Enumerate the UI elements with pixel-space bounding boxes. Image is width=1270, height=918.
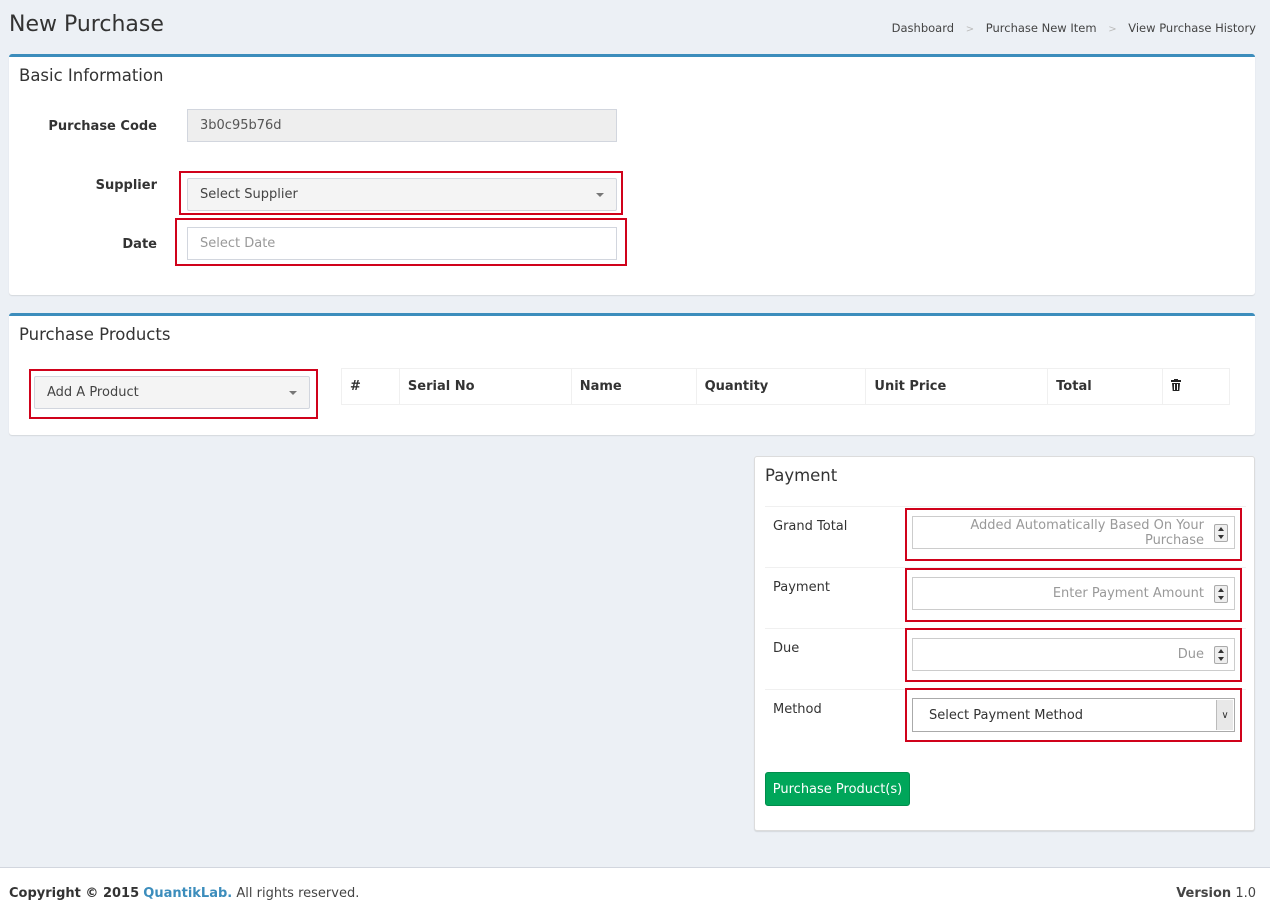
- version-value: 1.0: [1235, 886, 1256, 901]
- purchase-products-button[interactable]: Purchase Product(s): [765, 772, 910, 806]
- supplier-select-value: Select Supplier: [200, 187, 298, 202]
- page-header: New Purchase Dashboard > Purchase New It…: [9, 12, 1256, 42]
- due-input[interactable]: Due: [912, 638, 1235, 671]
- copyright-suffix: All rights reserved.: [236, 886, 360, 901]
- footer-copyright: Copyright © 2015 QuantikLab. All rights …: [9, 886, 359, 901]
- column-header-total: Total: [1047, 368, 1164, 405]
- supplier-label: Supplier: [95, 178, 157, 193]
- add-product-select[interactable]: Add A Product: [34, 376, 310, 409]
- basic-information-panel: Basic Information Purchase Code 3b0c95b7…: [9, 54, 1255, 295]
- brand-link[interactable]: QuantikLab.: [143, 886, 232, 901]
- table-header-row: # Serial No Name Quantity Unit Price Tot…: [341, 368, 1230, 405]
- products-table: # Serial No Name Quantity Unit Price Tot…: [341, 368, 1230, 405]
- supplier-select[interactable]: Select Supplier: [187, 178, 617, 211]
- breadcrumb-purchase-new-item[interactable]: Purchase New Item: [986, 21, 1097, 35]
- column-header-number: #: [341, 368, 400, 405]
- payment-title: Payment: [765, 466, 838, 485]
- column-header-name: Name: [570, 368, 697, 405]
- payment-amount-placeholder: Enter Payment Amount: [1052, 586, 1204, 601]
- payment-method-select[interactable]: Select Payment Method ∨: [912, 698, 1235, 732]
- breadcrumb-dashboard[interactable]: Dashboard: [892, 21, 954, 35]
- number-spinner-icon[interactable]: [1214, 646, 1228, 664]
- payment-label: Payment: [765, 567, 902, 629]
- add-product-select-value: Add A Product: [47, 385, 139, 400]
- basic-information-title: Basic Information: [19, 66, 164, 85]
- breadcrumb-separator: >: [965, 24, 975, 35]
- grand-total-label: Grand Total: [765, 506, 902, 568]
- footer-version: Version 1.0: [1176, 886, 1256, 901]
- trash-icon: [1171, 378, 1182, 391]
- purchase-products-panel: Purchase Products Add A Product # Serial…: [9, 313, 1255, 435]
- method-label: Method: [765, 689, 902, 751]
- date-input[interactable]: Select Date: [187, 227, 617, 260]
- date-label: Date: [122, 237, 157, 252]
- copyright-prefix: Copyright © 2015: [9, 886, 140, 901]
- grand-total-input[interactable]: Added Automatically Based On Your Purcha…: [912, 516, 1235, 549]
- payment-panel: Payment Grand Total Payment Due Method A…: [754, 456, 1255, 831]
- number-spinner-icon[interactable]: [1214, 524, 1228, 542]
- due-label: Due: [765, 628, 902, 690]
- version-label: Version: [1176, 886, 1232, 901]
- breadcrumb-view-purchase-history[interactable]: View Purchase History: [1128, 21, 1256, 35]
- column-header-delete: [1162, 368, 1230, 405]
- purchase-code-field: 3b0c95b76d: [187, 109, 617, 142]
- grand-total-placeholder: Added Automatically Based On Your Purcha…: [970, 517, 1204, 548]
- payment-amount-input[interactable]: Enter Payment Amount: [912, 577, 1235, 610]
- payment-method-value: Select Payment Method: [929, 707, 1084, 723]
- column-header-quantity: Quantity: [695, 368, 867, 405]
- breadcrumb-separator: >: [1108, 24, 1117, 35]
- chevron-down-icon: [289, 390, 297, 395]
- breadcrumb: Dashboard > Purchase New Item > View Pur…: [892, 21, 1256, 35]
- chevron-down-icon[interactable]: ∨: [1216, 700, 1233, 730]
- column-header-serial-no: Serial No: [398, 368, 572, 405]
- chevron-down-icon: [596, 192, 604, 197]
- footer: Copyright © 2015 QuantikLab. All rights …: [0, 867, 1270, 918]
- number-spinner-icon[interactable]: [1214, 585, 1228, 603]
- purchase-code-label: Purchase Code: [48, 119, 157, 134]
- purchase-products-title: Purchase Products: [19, 325, 171, 344]
- due-placeholder: Due: [1177, 647, 1204, 662]
- page-title: New Purchase: [9, 12, 164, 37]
- column-header-unit-price: Unit Price: [865, 368, 1049, 405]
